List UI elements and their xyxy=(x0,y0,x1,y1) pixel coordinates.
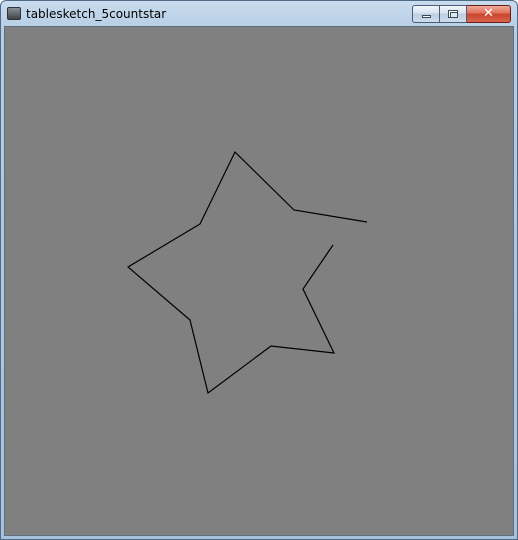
maximize-icon xyxy=(448,10,458,18)
title-bar[interactable]: tablesketch_5countstar ✕ xyxy=(1,1,517,27)
caption-buttons: ✕ xyxy=(412,5,511,23)
maximize-button[interactable] xyxy=(440,5,467,23)
app-window: tablesketch_5countstar ✕ xyxy=(0,0,518,540)
sketch-drawing xyxy=(126,150,368,395)
app-window-icon[interactable] xyxy=(7,7,21,20)
star-outline xyxy=(126,150,368,395)
close-button[interactable]: ✕ xyxy=(467,5,511,23)
minimize-button[interactable] xyxy=(412,5,440,23)
close-icon: ✕ xyxy=(483,6,494,21)
sketch-canvas[interactable] xyxy=(4,26,514,536)
window-title: tablesketch_5countstar xyxy=(26,7,167,21)
minimize-icon xyxy=(422,15,431,18)
